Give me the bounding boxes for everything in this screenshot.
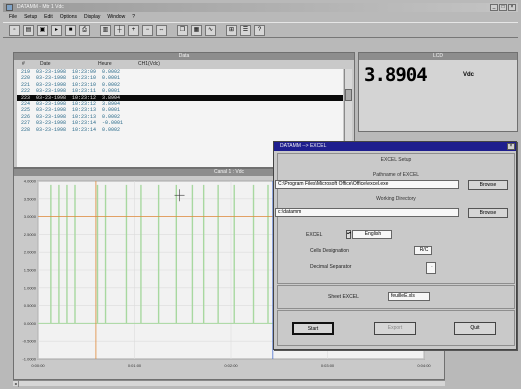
dialog-title-bar: DATAMM --> EXCEL × (274, 142, 516, 151)
dialog-title: DATAMM --> EXCEL (280, 143, 327, 149)
y-tick-label: 0.0000 (24, 321, 37, 326)
chart-horizontal-scrollbar[interactable]: ◂ (13, 380, 445, 387)
sheet-group: Sheet EXCEL feuilleE.xls (277, 285, 515, 309)
chart-icon[interactable]: ▥ (100, 24, 111, 36)
x-tick-label: 0:02:00 (224, 363, 238, 368)
close-button[interactable]: × (508, 4, 516, 11)
browse-excel-button[interactable]: Browse (468, 180, 508, 190)
menu-bar: File Setup Edit Options Display Window ? (3, 13, 518, 21)
y-tick-label: 1.0000 (24, 285, 37, 290)
data-panel-title: Data (14, 53, 354, 60)
quit-button[interactable]: Quit (454, 322, 496, 335)
cells-designation-field[interactable]: R/C (414, 246, 432, 255)
x-tick-label: 0:01:00 (128, 363, 142, 368)
y-tick-label: -0.5000 (22, 339, 36, 344)
app-title: DATAMM - Mtr 1 Vdc (17, 4, 64, 10)
copy-icon[interactable]: ❐ (177, 24, 188, 36)
zoom-in-icon[interactable]: + (128, 24, 139, 36)
excel-setup-group: EXCEL Setup Pathname of EXCEL C:\Program… (275, 153, 515, 284)
export-button[interactable]: Export (374, 322, 416, 335)
decimal-separator-field[interactable]: . (426, 262, 436, 274)
excel-dialog: DATAMM --> EXCEL × EXCEL Setup Pathname … (273, 141, 517, 350)
column-header: # (22, 61, 25, 67)
app-title-bar: DATAMM - Mtr 1 Vdc _ □ × (3, 3, 518, 12)
x-tick-label: 0:00:00 (31, 363, 45, 368)
toolbar: ▫ ▤ ▣ ▸ ■ ⎙ ▥ ┼ + − ⇔ ❐ ▦ ∿ ⊞ ☰ ? (3, 22, 518, 38)
column-header: Heure (98, 61, 112, 67)
data-columns: # Date Heure CH1(Vdc) (16, 61, 352, 67)
decimal-separator-label: Decimal Separator (310, 264, 352, 270)
menu-options[interactable]: Options (60, 13, 77, 21)
minimize-button[interactable]: _ (490, 4, 498, 11)
column-header: Date (40, 61, 51, 67)
x-tick-label: 0:04:00 (417, 363, 431, 368)
lcd-panel-title: LCD (359, 53, 517, 60)
menu-help[interactable]: ? (132, 13, 135, 21)
pathname-field[interactable]: C:\Program Files\Microsoft Office\Office… (275, 180, 459, 189)
pathname-label: Pathname of EXCEL (372, 172, 420, 178)
save-icon[interactable]: ▣ (37, 24, 48, 36)
y-tick-label: 1.5000 (24, 268, 37, 273)
help-icon[interactable]: ? (254, 24, 265, 36)
workdir-label: Working Directory (376, 196, 416, 202)
lcd-reading: 3.8904 (364, 64, 428, 86)
open-icon[interactable]: ▤ (23, 24, 34, 36)
new-icon[interactable]: ▫ (9, 24, 20, 36)
scale-icon[interactable]: ⊞ (226, 24, 237, 36)
menu-file[interactable]: File (9, 13, 17, 21)
cursor-icon[interactable]: ┼ (114, 24, 125, 36)
sheet-label: Sheet EXCEL (328, 294, 359, 300)
cells-designation-label: Cells Designation (310, 248, 349, 254)
lcd-panel: LCD 3.8904 Vdc (358, 52, 518, 132)
y-tick-label: 2.0000 (24, 250, 37, 255)
maximize-button[interactable]: □ (499, 4, 507, 11)
menu-window[interactable]: Window (107, 13, 125, 21)
spinner-arrows-icon[interactable]: ▴▾ (346, 230, 351, 239)
y-tick-label: 4.0000 (24, 179, 37, 184)
action-group: Start Export Quit (277, 310, 515, 346)
table-row[interactable]: 228 03-23-1998 10:23:14 0.0002 (17, 127, 343, 133)
y-tick-label: 3.0000 (24, 214, 37, 219)
paste-icon[interactable]: ▦ (191, 24, 202, 36)
y-tick-label: 3.5000 (24, 196, 37, 201)
play-icon[interactable]: ▸ (51, 24, 62, 36)
settings-icon[interactable]: ☰ (240, 24, 251, 36)
browse-directory-button[interactable]: Browse (468, 208, 508, 218)
lcd-unit: Vdc (463, 72, 475, 78)
menu-edit[interactable]: Edit (44, 13, 53, 21)
column-header: CH1(Vdc) (138, 61, 160, 67)
excel-language-field[interactable]: English (352, 230, 392, 239)
y-tick-label: 2.5000 (24, 232, 37, 237)
start-button[interactable]: Start (292, 322, 334, 335)
zoom-out-icon[interactable]: − (142, 24, 153, 36)
x-tick-label: 0:03:00 (321, 363, 335, 368)
app-icon[interactable] (6, 4, 13, 11)
print-icon[interactable]: ⎙ (79, 24, 90, 36)
excel-language-label: EXCEL (306, 232, 323, 238)
menu-display[interactable]: Display (84, 13, 100, 21)
graph-icon[interactable]: ∿ (205, 24, 216, 36)
scrollbar-thumb[interactable] (345, 89, 352, 101)
section-title: EXCEL Setup (380, 157, 412, 163)
dialog-close-button[interactable]: × (507, 143, 515, 150)
scroll-left-icon[interactable]: ◂ (13, 381, 19, 387)
fit-icon[interactable]: ⇔ (156, 24, 167, 36)
menu-setup[interactable]: Setup (24, 13, 37, 21)
sheet-field[interactable]: feuilleE.xls (388, 292, 430, 301)
workdir-field[interactable]: c:\datamm (275, 208, 459, 217)
y-tick-label: -1.0000 (22, 357, 36, 362)
stop-icon[interactable]: ■ (65, 24, 76, 36)
y-tick-label: 0.5000 (24, 303, 37, 308)
